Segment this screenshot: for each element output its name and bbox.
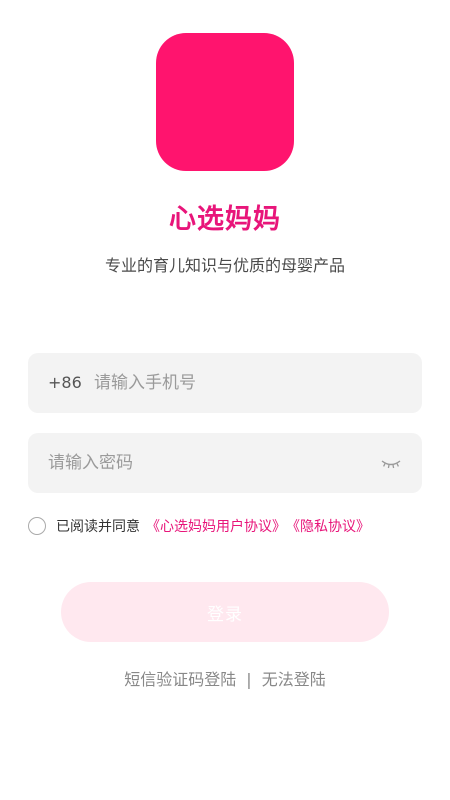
password-field <box>28 433 422 493</box>
country-code[interactable]: +86 <box>48 353 82 413</box>
agreement-checkbox[interactable] <box>28 517 46 535</box>
link-separator: | <box>246 670 252 689</box>
agreement-text: 已阅读并同意 <box>56 519 140 535</box>
sms-login-link[interactable]: 短信验证码登陆 <box>124 670 236 689</box>
app-logo <box>156 33 294 171</box>
app-title: 心选妈妈 <box>169 204 281 235</box>
login-button[interactable]: 登录 <box>61 582 389 642</box>
agreement-row: 已阅读并同意 《心选妈妈用户协议》 《隐私协议》 <box>28 514 370 538</box>
eye-closed-icon[interactable] <box>380 457 402 471</box>
privacy-policy-link[interactable]: 《隐私协议》 <box>286 516 370 536</box>
cannot-login-link[interactable]: 无法登陆 <box>262 670 326 689</box>
alt-login-links: 短信验证码登陆 | 无法登陆 <box>0 668 450 692</box>
phone-field: +86 <box>28 353 422 413</box>
app-slogan: 专业的育儿知识与优质的母婴产品 <box>104 256 345 275</box>
user-agreement-link[interactable]: 《心选妈妈用户协议》 <box>146 516 286 536</box>
phone-input[interactable] <box>94 353 404 413</box>
password-input[interactable] <box>48 433 378 493</box>
